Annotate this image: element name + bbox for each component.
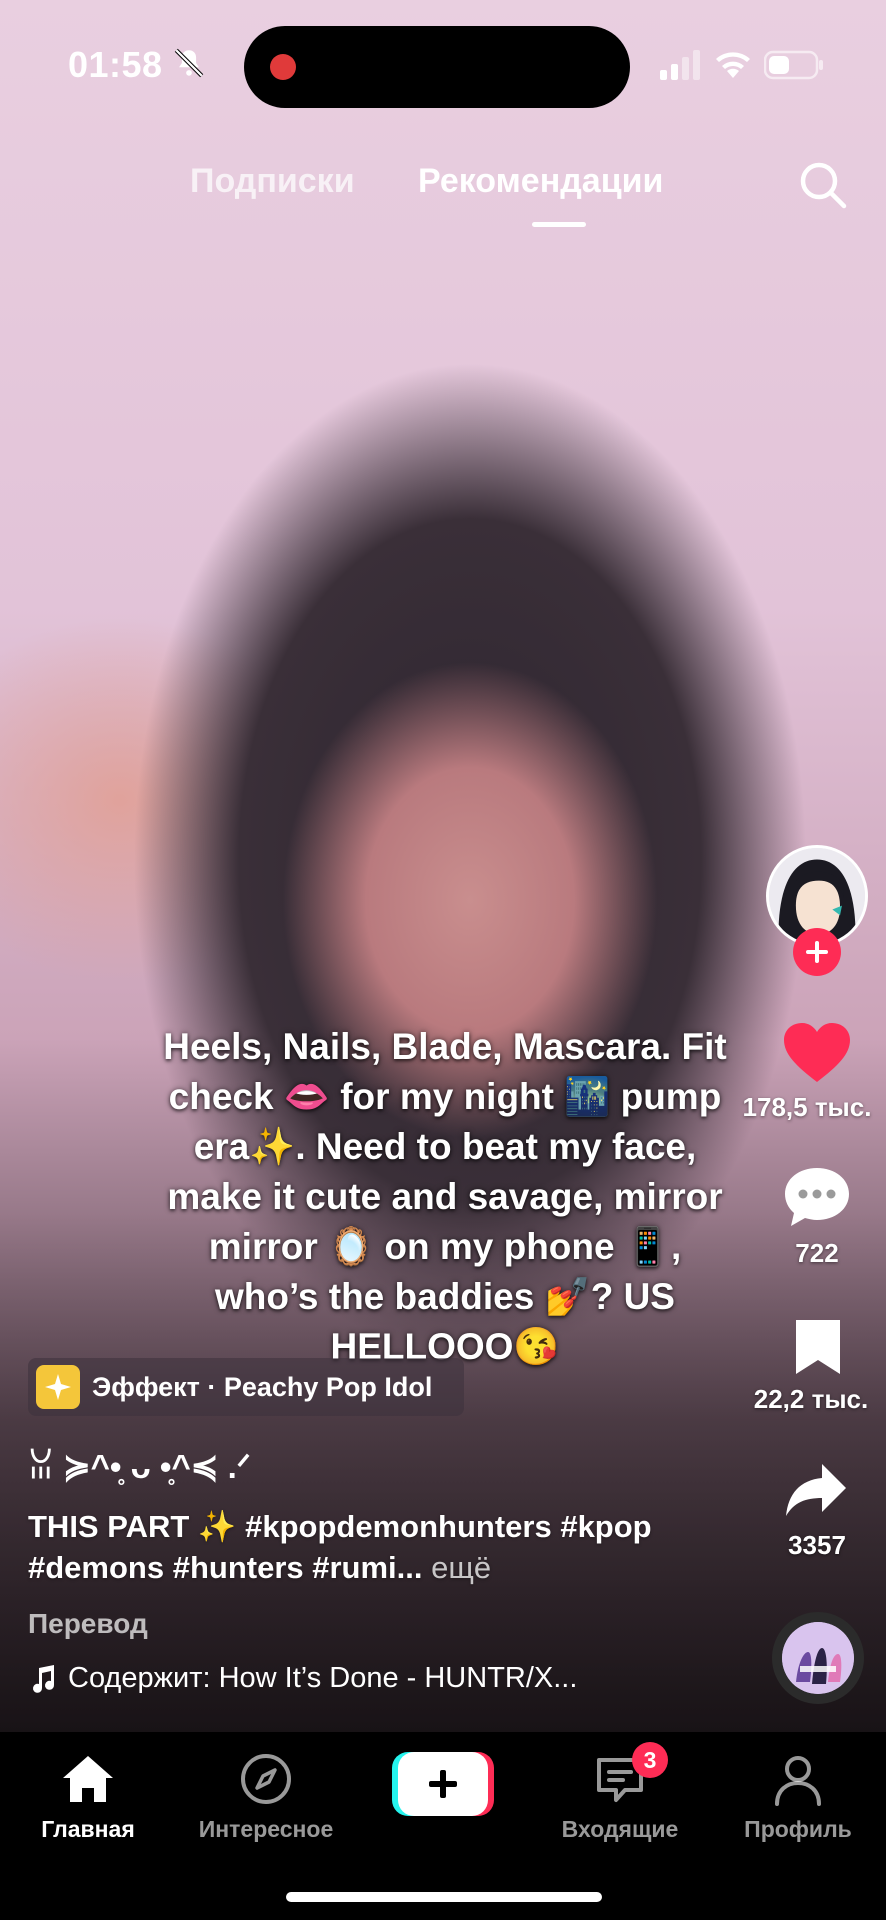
inbox-badge: 3	[632, 1742, 668, 1778]
battery-icon	[764, 50, 823, 80]
sparkle-effect-icon	[36, 1365, 80, 1409]
creator-username[interactable]: ꈍ ≽^•̥ ᴗ •̥^≼ .ᐟ	[28, 1444, 251, 1487]
cellular-signal-icon	[660, 50, 700, 80]
music-disc[interactable]	[772, 1612, 864, 1704]
profile-person-icon	[775, 1756, 821, 1806]
recording-indicator	[270, 54, 296, 80]
comment-count: 722	[795, 1238, 839, 1268]
bell-muted-icon	[174, 48, 204, 78]
search-icon[interactable]	[798, 160, 848, 210]
comment-icon[interactable]	[783, 1166, 851, 1228]
music-row[interactable]: Содержит: How It’s Done - HUNTR/X...	[28, 1662, 577, 1695]
home-icon	[63, 1756, 113, 1802]
nav-inbox[interactable]: 3 Входящие	[540, 1742, 700, 1843]
nav-inbox-label: Входящие	[561, 1816, 679, 1842]
more-link[interactable]: ещё	[431, 1550, 491, 1585]
plus-icon	[806, 941, 828, 963]
nav-discover[interactable]: Интересное	[186, 1742, 346, 1843]
nav-home-label: Главная	[41, 1816, 135, 1842]
like-heart-icon[interactable]	[782, 1022, 852, 1084]
home-indicator	[286, 1892, 602, 1902]
active-tab-indicator	[532, 222, 586, 227]
status-time: 01:58	[68, 44, 163, 85]
post-description[interactable]: THIS PART ✨ #kpopdemonhunters #kpop #dem…	[28, 1506, 728, 1588]
follow-button[interactable]	[793, 928, 841, 976]
album-cover-image	[782, 1622, 854, 1694]
music-note-icon	[33, 1664, 55, 1693]
nav-profile[interactable]: Профиль	[718, 1742, 878, 1843]
compass-icon	[241, 1754, 291, 1804]
translate-link[interactable]: Перевод	[28, 1608, 148, 1640]
share-arrow-icon[interactable]	[784, 1462, 848, 1518]
wifi-icon	[716, 52, 750, 78]
tab-following[interactable]: Подписки	[190, 162, 355, 201]
music-title: Содержит: How It’s Done - HUNTR/X...	[68, 1662, 578, 1694]
save-count: 22,2 тыс.	[753, 1384, 869, 1414]
like-count: 178,5 тыс.	[742, 1092, 872, 1122]
create-plus-button[interactable]	[392, 1752, 494, 1816]
nav-home[interactable]: Главная	[8, 1742, 168, 1843]
nav-discover-label: Интересное	[198, 1816, 334, 1842]
share-count: 3357	[788, 1530, 846, 1560]
effect-label: Эффект · Peachy Pop Idol	[92, 1371, 433, 1402]
effect-chip[interactable]: Эффект · Peachy Pop Idol	[28, 1358, 464, 1416]
description-text: THIS PART ✨ #kpopdemonhunters #kpop #dem…	[28, 1509, 652, 1585]
tab-for-you[interactable]: Рекомендации	[418, 162, 663, 201]
bookmark-icon[interactable]	[792, 1318, 844, 1376]
nav-profile-label: Профиль	[744, 1816, 852, 1842]
dynamic-island	[244, 26, 630, 108]
video-overlay-caption: Heels, Nails, Blade, Mascara. Fit check …	[163, 1026, 727, 1367]
